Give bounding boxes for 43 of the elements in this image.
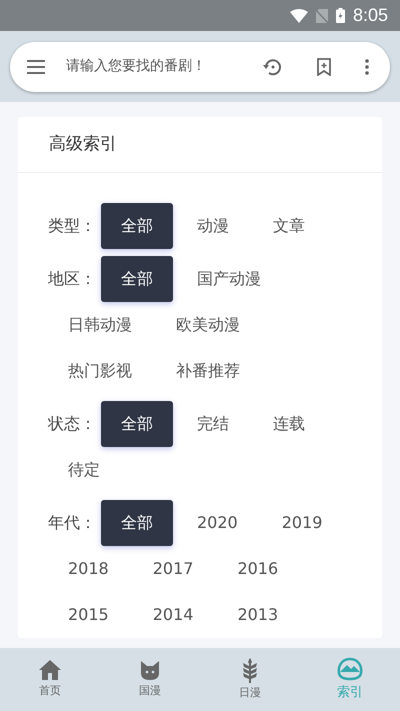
card-title: 高级索引 bbox=[49, 132, 117, 156]
filter-option[interactable]: 热门影视 bbox=[48, 348, 152, 394]
status-time: 8:05 bbox=[352, 4, 388, 27]
filter-option[interactable]: 完结 bbox=[177, 401, 249, 447]
filter-option[interactable]: 全部 bbox=[101, 203, 173, 249]
nav-tab[interactable]: 首页 bbox=[0, 659, 100, 700]
search-field[interactable]: 请输入您要找的番剧！ bbox=[66, 56, 258, 77]
filter-option[interactable]: 全部 bbox=[101, 401, 173, 447]
filter-option[interactable]: 2018 bbox=[48, 546, 129, 592]
filter-option[interactable]: 2019 bbox=[262, 500, 342, 546]
wheat-icon bbox=[240, 657, 260, 684]
nav-tab[interactable]: 日漫 bbox=[200, 657, 300, 702]
filter-option[interactable]: 文章 bbox=[253, 203, 325, 249]
filter-option[interactable]: 2016 bbox=[217, 546, 298, 592]
more-icon[interactable] bbox=[364, 58, 370, 76]
filter-option[interactable]: 欧美动漫 bbox=[156, 302, 260, 348]
battery-icon bbox=[336, 8, 345, 23]
filter-option[interactable]: 2014 bbox=[132, 592, 214, 638]
filter-option[interactable]: 国产动漫 bbox=[177, 256, 281, 302]
filter-label: 年代： bbox=[48, 512, 97, 534]
wifi-icon bbox=[290, 8, 308, 22]
filter-option[interactable]: 2013 bbox=[217, 592, 298, 638]
filter-label: 地区： bbox=[48, 268, 97, 290]
filter-option[interactable]: 连载 bbox=[253, 401, 325, 447]
filter-option[interactable]: 补番推荐 bbox=[156, 348, 260, 394]
filter-label: 状态： bbox=[48, 413, 97, 435]
nav-tab[interactable]: 国漫 bbox=[100, 659, 200, 700]
no-sim-icon bbox=[316, 8, 328, 22]
filter-option[interactable]: 动漫 bbox=[177, 203, 249, 249]
search-bar[interactable]: 请输入您要找的番剧！ bbox=[10, 42, 390, 92]
filter-option[interactable]: 2020 bbox=[177, 500, 258, 546]
filter-option[interactable]: 全部 bbox=[101, 500, 173, 546]
filter-option[interactable]: 2015 bbox=[48, 592, 129, 638]
menu-icon[interactable] bbox=[26, 60, 46, 74]
filter-option[interactable]: 日韩动漫 bbox=[48, 302, 152, 348]
bookmark-icon[interactable] bbox=[316, 58, 332, 76]
filter-option[interactable]: 待定 bbox=[48, 447, 120, 493]
filter-option[interactable]: 2017 bbox=[132, 546, 214, 592]
home-icon bbox=[38, 659, 62, 682]
cat-icon bbox=[138, 659, 162, 682]
filter-label: 类型： bbox=[48, 215, 97, 237]
mountain-icon bbox=[337, 656, 363, 681]
filter-option[interactable]: 全部 bbox=[101, 256, 173, 302]
